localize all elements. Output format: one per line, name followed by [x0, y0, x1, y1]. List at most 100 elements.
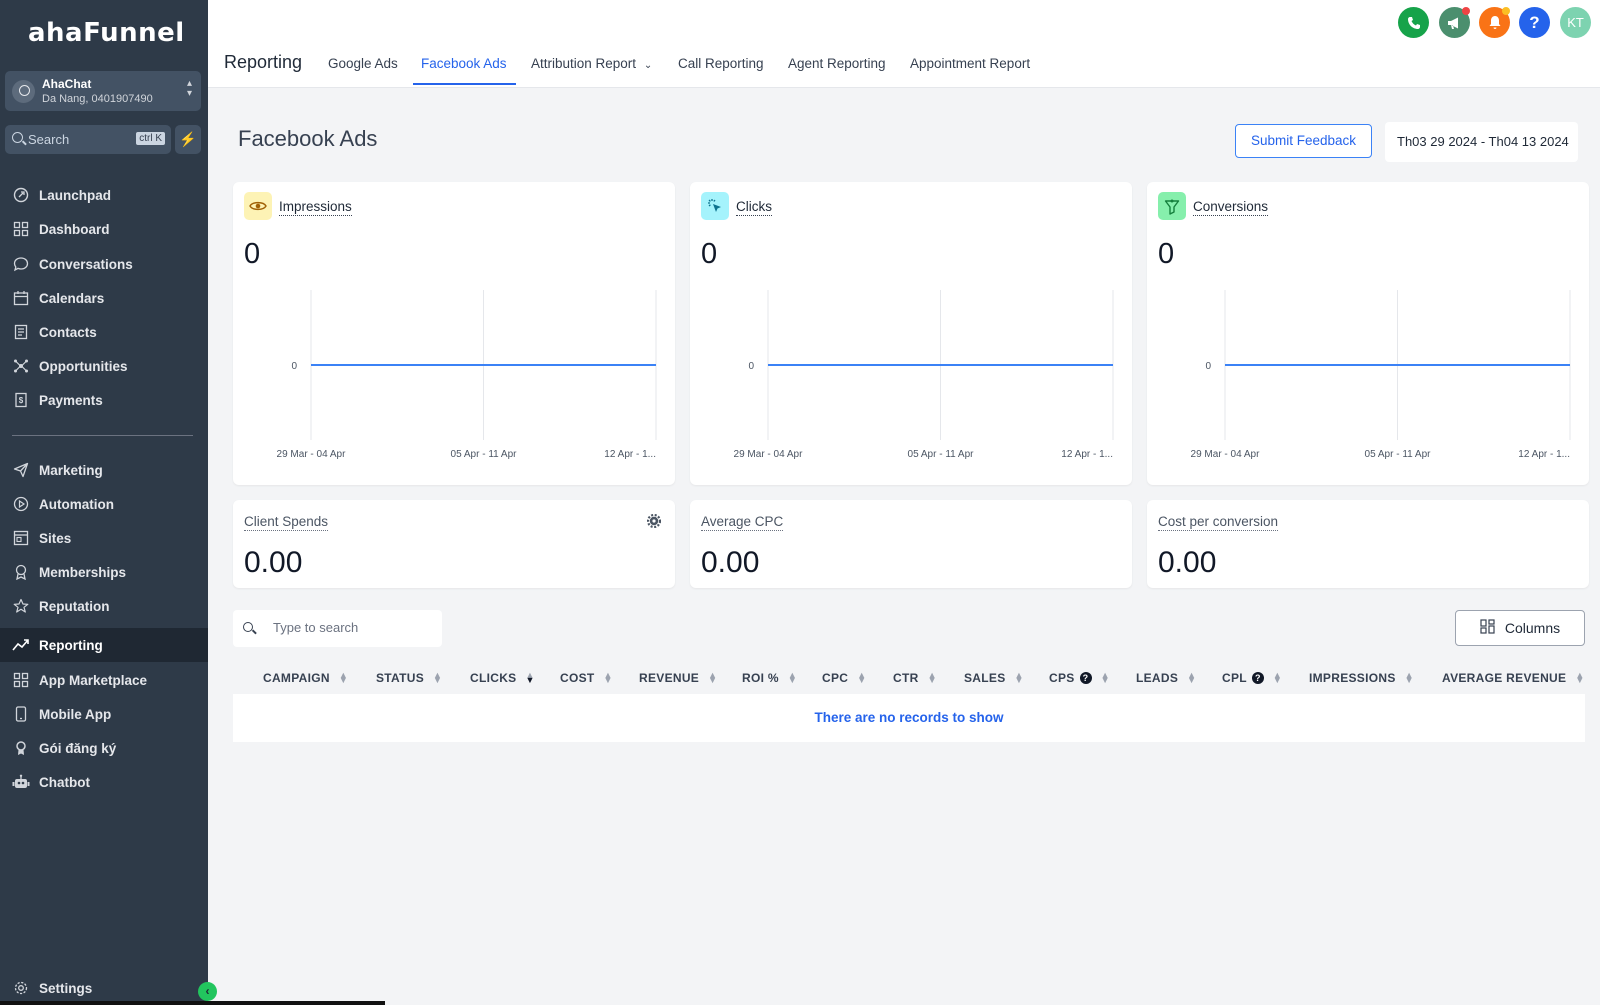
sidebar-item-opportunities[interactable]: Opportunities [0, 349, 208, 383]
y-tick-label: 0 [291, 361, 297, 372]
sidebar-item-payments[interactable]: $ Payments [0, 383, 208, 417]
column-header-status[interactable]: STATUS ▲ ▼ [376, 671, 442, 686]
sort-icon: ▲ ▼ [1187, 670, 1197, 685]
sidebar-item-dashboard[interactable]: Dashboard [0, 212, 208, 246]
x-tick-label: 29 Mar - 04 Apr [1191, 449, 1261, 460]
column-header-average-revenue[interactable]: AVERAGE REVENUE ▲ ▼ [1442, 671, 1585, 686]
account-switcher[interactable]: AhaChat Da Nang, 0401907490 ▴ ▾ [5, 71, 201, 111]
date-range-picker[interactable]: Th03 29 2024 - Th04 13 2024 [1385, 122, 1578, 162]
x-tick-label: 12 Apr - 1... [1061, 449, 1113, 460]
x-tick-label: 12 Apr - 1... [1518, 449, 1570, 460]
tab-facebook-ads[interactable]: Facebook Ads [421, 56, 507, 71]
x-tick-label: 05 Apr - 11 Apr [1365, 449, 1432, 460]
tab-google-ads[interactable]: Google Ads [328, 56, 398, 71]
sidebar-item-contacts[interactable]: Contacts [0, 315, 208, 349]
sidebar-divider [12, 435, 193, 436]
column-header-cps[interactable]: CPS? ▲ ▼ [1049, 671, 1110, 686]
card-value: 0.00 [701, 546, 760, 579]
sort-icon: ▲ ▼ [603, 670, 613, 685]
cost-per-conversion-card: Cost per conversion 0.00 [1147, 500, 1589, 588]
y-tick-label: 0 [748, 361, 754, 372]
help-circle-icon[interactable]: ? [1079, 672, 1092, 684]
column-header-ctr[interactable]: CTR ▲ ▼ [893, 671, 937, 686]
table-search-input[interactable] [273, 620, 433, 635]
sidebar-search-placeholder: Search [28, 132, 70, 147]
sidebar-item-sites[interactable]: Sites [0, 521, 208, 555]
page-title: Facebook Ads [238, 126, 378, 151]
receipt-icon: $ [12, 391, 30, 409]
column-header-campaign[interactable]: CAMPAIGN ▲ ▼ [263, 670, 349, 686]
column-header-sales[interactable]: SALES ▲ ▼ [964, 670, 1024, 686]
phone-icon[interactable] [1398, 7, 1429, 38]
browser-icon [12, 529, 30, 547]
table-header: CAMPAIGN ▲ ▼ STATUS ▲ ▼ CLICKS ▲ ▼ COST ▲ ▼ REVE… [233, 662, 1585, 694]
column-header-impressions[interactable]: IMPRESSIONS ▲ ▼ [1309, 671, 1414, 686]
sort-desc-icon: ▲ ▼ [525, 670, 535, 685]
sidebar-item-reporting[interactable]: Reporting [0, 628, 208, 662]
sidebar-item-subscription[interactable]: Gói đăng ký [0, 731, 208, 765]
account-location: Da Nang, 0401907490 [42, 93, 153, 105]
quick-action-bolt-icon[interactable]: ⚡ [175, 125, 201, 154]
sort-icon: ▲ ▼ [338, 670, 349, 685]
tab-appointment-report[interactable]: Appointment Report [910, 56, 1030, 71]
impressions-card: Impressions 0 0 29 Mar - 04 Apr 05 Apr - 1… [233, 182, 675, 485]
sidebar-item-launchpad[interactable]: Launchpad [0, 178, 208, 212]
gear-icon[interactable] [646, 513, 662, 533]
sidebar-item-calendars[interactable]: Calendars [0, 281, 208, 315]
play-circle-icon [12, 495, 30, 513]
gear-icon [12, 979, 30, 997]
sort-icon: ▲ ▼ [787, 670, 798, 685]
column-header-cpc[interactable]: CPC ▲ ▼ [822, 670, 867, 686]
sidebar-item-chatbot[interactable]: Chatbot [0, 765, 208, 799]
tab-attribution-report[interactable]: Attribution Report ⌄ [531, 56, 652, 71]
sidebar-item-settings[interactable]: Settings [0, 971, 208, 1005]
search-icon [243, 622, 253, 632]
help-icon[interactable]: ? [1519, 7, 1550, 38]
sidebar-item-marketing[interactable]: Marketing [0, 453, 208, 487]
sort-icon: ▲ ▼ [1014, 670, 1024, 685]
tab-call-reporting[interactable]: Call Reporting [678, 56, 764, 71]
sidebar-search[interactable]: Search ctrl K [5, 125, 171, 154]
column-header-revenue[interactable]: REVENUE ▲ ▼ [639, 671, 717, 686]
card-title: Client Spends [244, 514, 329, 531]
apps-icon [12, 671, 30, 689]
tab-agent-reporting[interactable]: Agent Reporting [788, 56, 886, 71]
collapse-sidebar-button[interactable]: ‹ [198, 982, 217, 1001]
sidebar-item-mobile-app[interactable]: Mobile App [0, 697, 208, 731]
trend-icon [12, 636, 30, 654]
column-header-cpl[interactable]: CPL? ▲ ▼ [1222, 670, 1283, 686]
sort-icon: ▲ ▼ [1272, 670, 1283, 685]
notification-dot [1462, 7, 1470, 15]
card-title: Cost per conversion [1158, 514, 1279, 531]
user-avatar[interactable]: KT [1560, 7, 1591, 38]
sidebar-item-app-marketplace[interactable]: App Marketplace [0, 663, 208, 697]
columns-button[interactable]: Columns [1455, 610, 1585, 646]
account-name: AhaChat [42, 77, 92, 91]
impressions-chart: 0 29 Mar - 04 Apr 05 Apr - 11 Apr 12 Apr - … [277, 290, 657, 460]
contacts-icon [12, 323, 30, 341]
sidebar-item-automation[interactable]: Automation [0, 487, 208, 521]
calendar-icon [12, 289, 30, 307]
table-search [233, 610, 442, 647]
chevron-updown-icon: ▴ ▾ [186, 78, 192, 99]
account-avatar-icon [12, 80, 35, 103]
search-shortcut: ctrl K [136, 132, 165, 145]
sidebar-item-memberships[interactable]: Memberships [0, 555, 208, 589]
card-value: 0.00 [244, 546, 303, 579]
bell-icon[interactable] [1479, 7, 1510, 38]
column-header-cost[interactable]: COST ▲ ▼ [560, 670, 613, 686]
column-header-roi[interactable]: ROI % ▲ ▼ [742, 670, 798, 686]
sort-icon: ▲ ▼ [857, 670, 867, 685]
app-logo: ahaFunnel [28, 18, 185, 48]
help-circle-icon[interactable]: ? [1251, 672, 1264, 684]
sidebar-item-conversations[interactable]: Conversations [0, 247, 208, 281]
average-cpc-card: Average CPC 0.00 [690, 500, 1132, 588]
column-header-clicks[interactable]: CLICKS ▲ ▼ [470, 670, 535, 686]
sidebar-item-reputation[interactable]: Reputation [0, 589, 208, 623]
submit-feedback-button[interactable]: Submit Feedback [1235, 124, 1372, 158]
column-header-leads[interactable]: LEADS ▲ ▼ [1136, 670, 1197, 686]
megaphone-icon[interactable] [1439, 7, 1470, 38]
clicks-card: Clicks 0 0 29 Mar - 04 Apr 05 Apr - 11 Apr… [690, 182, 1132, 485]
search-icon [12, 132, 23, 143]
active-tab-indicator [413, 83, 516, 85]
